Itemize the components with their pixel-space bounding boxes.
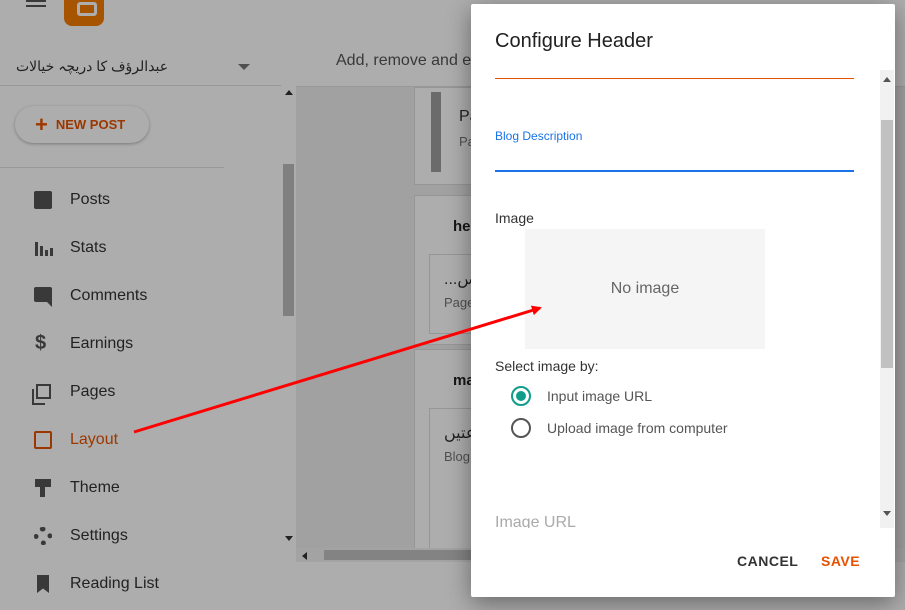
blog-description-label: Blog Description [495, 129, 583, 143]
select-image-by-label: Select image by: [495, 358, 599, 374]
scroll-up-arrow-icon[interactable] [883, 77, 891, 82]
radio-button[interactable] [511, 386, 531, 406]
save-button[interactable]: SAVE [821, 553, 860, 569]
radio-label: Upload image from computer [547, 420, 728, 436]
radio-button[interactable] [511, 418, 531, 438]
radio-upload-from-computer[interactable]: Upload image from computer [511, 416, 728, 440]
image-label: Image [495, 210, 534, 226]
configure-header-dialog: Configure Header Blog Description Image … [471, 4, 895, 597]
image-preview[interactable]: No image [525, 229, 765, 349]
scroll-down-arrow-icon[interactable] [883, 511, 891, 516]
dialog-title: Configure Header [495, 30, 653, 52]
cancel-button[interactable]: CANCEL [737, 553, 798, 569]
dialog-body: Blog Description Image No image Select i… [471, 70, 895, 528]
scrollbar-thumb[interactable] [881, 120, 893, 368]
dialog-scrollbar[interactable] [880, 70, 894, 528]
radio-label: Input image URL [547, 388, 653, 404]
radio-input-image-url[interactable]: Input image URL [511, 384, 652, 408]
image-url-field[interactable] [495, 511, 854, 528]
blog-description-field[interactable] [495, 146, 854, 172]
field-underline [495, 78, 854, 79]
no-image-text: No image [610, 280, 680, 297]
